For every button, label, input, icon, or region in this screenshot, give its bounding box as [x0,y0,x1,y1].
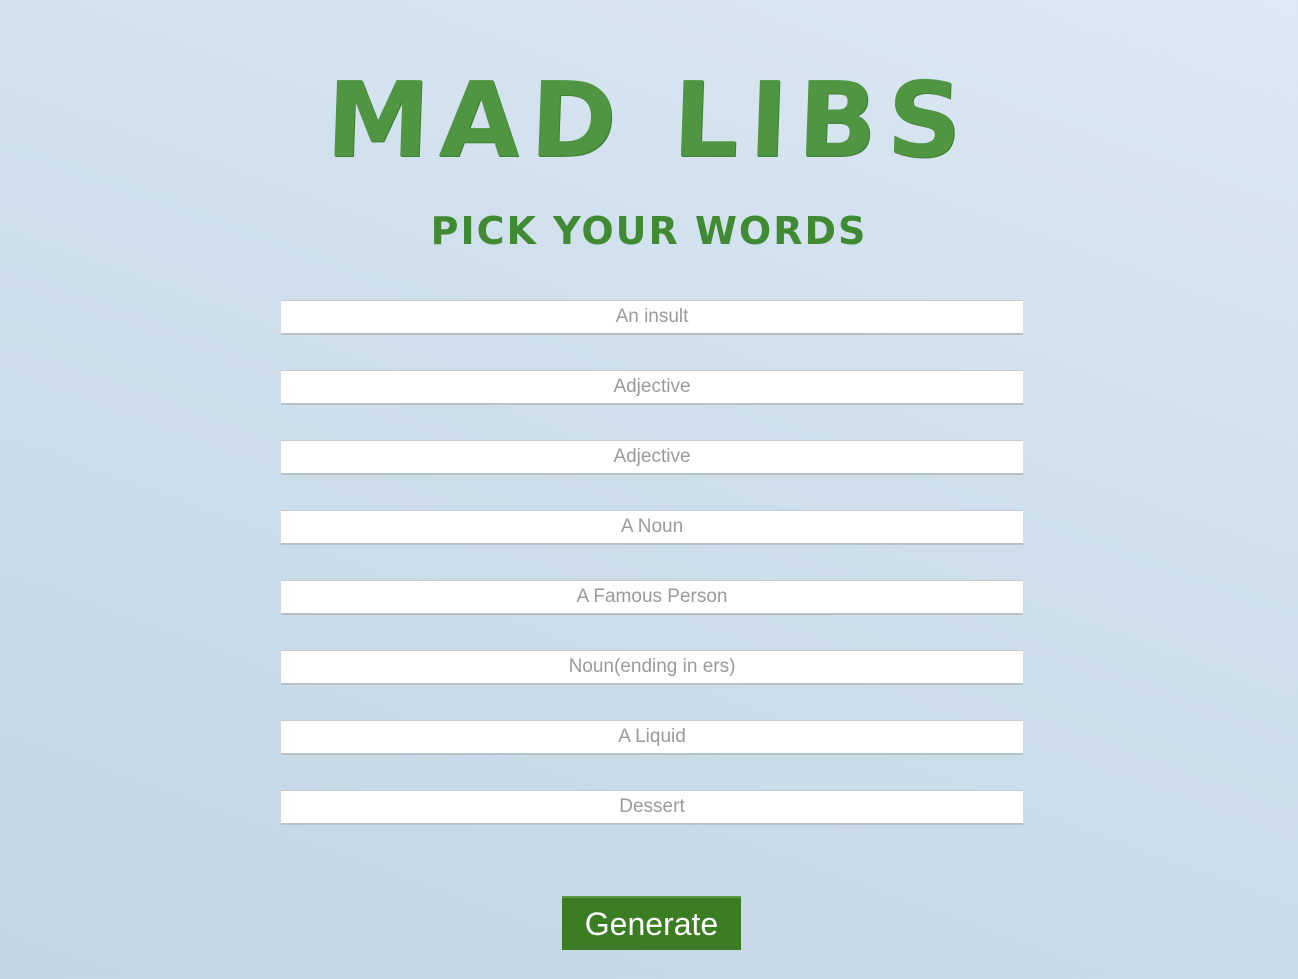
generate-button[interactable]: Generate [562,896,741,950]
adjective-input-1[interactable] [281,370,1023,405]
insult-input[interactable] [281,300,1023,335]
page: MAD LIBS Pick your words Generate [0,0,1298,979]
adjective-input-2[interactable] [281,440,1023,475]
noun-input[interactable] [281,510,1023,545]
page-subtitle: Pick your words [430,209,868,253]
liquid-input[interactable] [281,720,1023,755]
page-title: MAD LIBS [324,59,974,181]
famous-person-input[interactable] [281,580,1023,615]
dessert-input[interactable] [281,790,1023,825]
noun-ending-ers-input[interactable] [281,650,1023,685]
